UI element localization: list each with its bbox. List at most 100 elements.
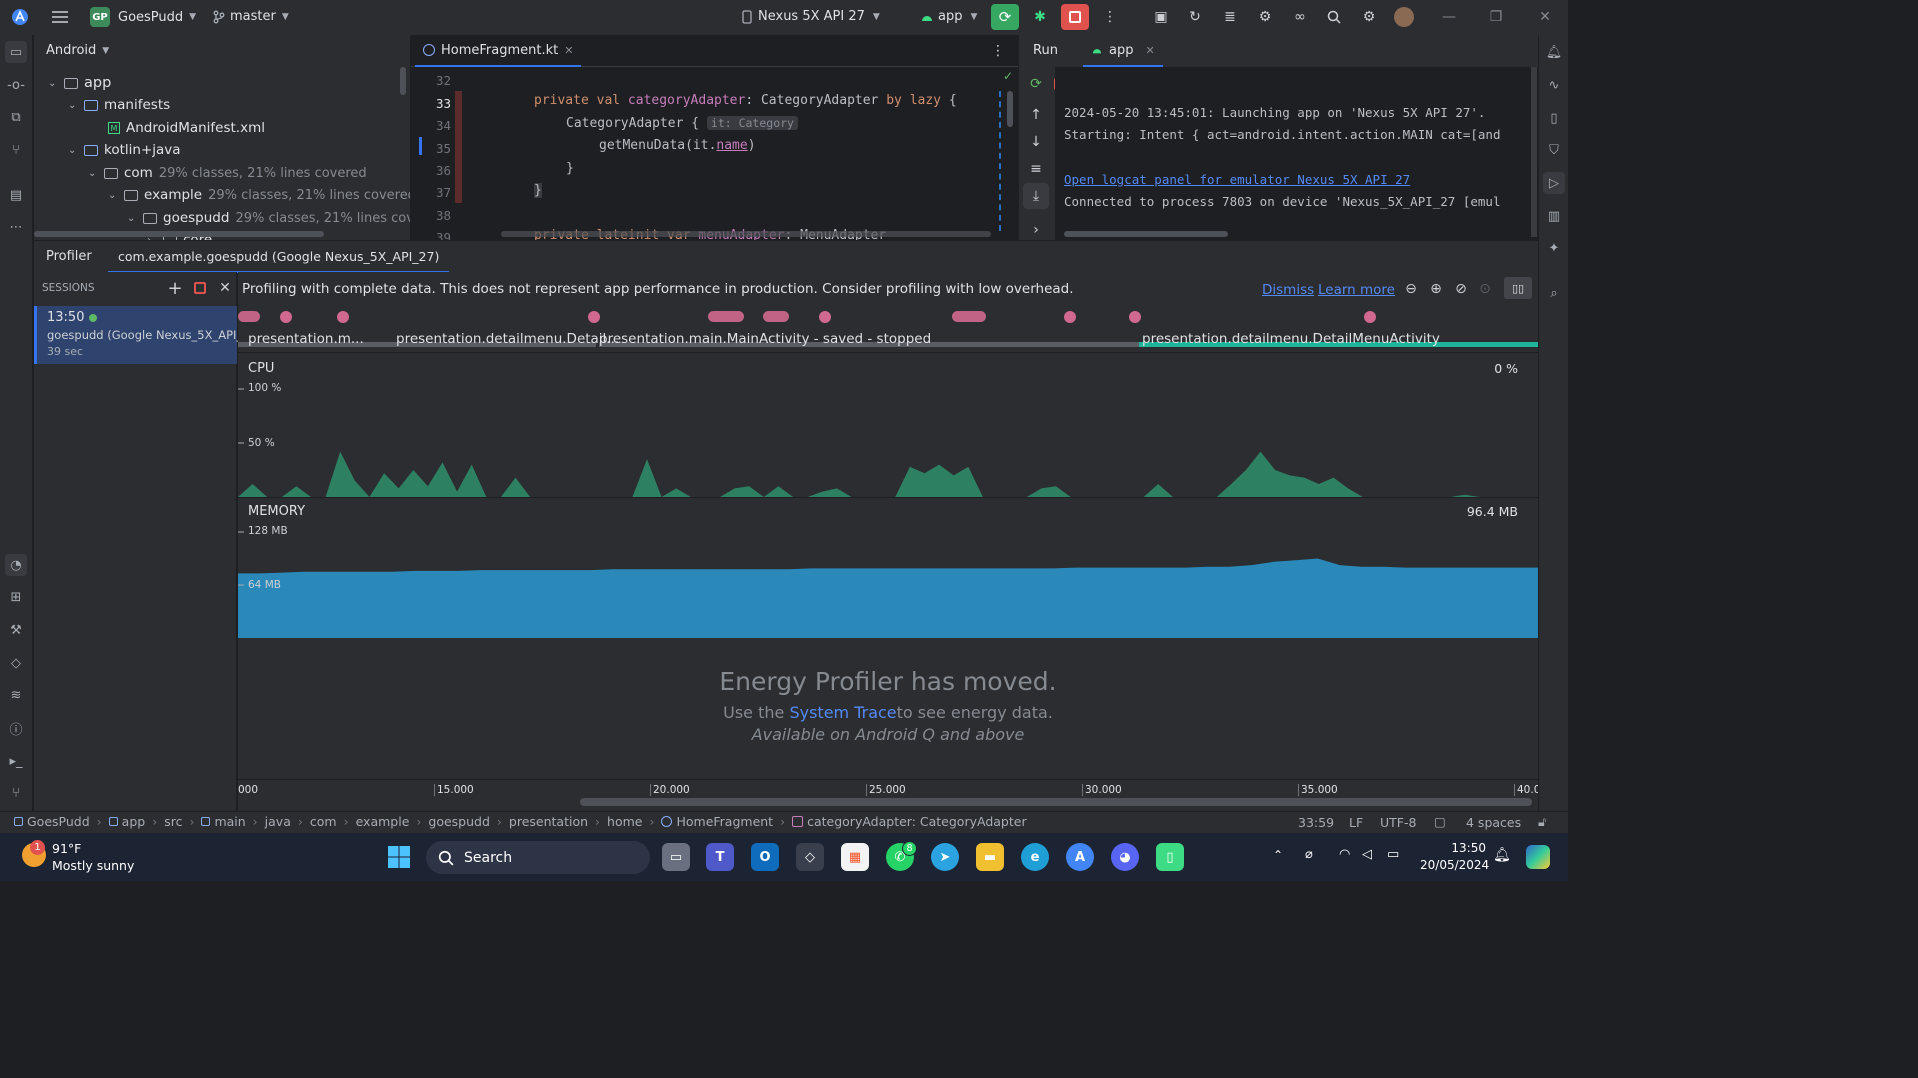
cpu-track[interactable]: CPU 0 % 100 % 50 % — [238, 352, 1538, 497]
stop-session-icon[interactable] — [194, 282, 206, 294]
console-vscrollbar[interactable] — [1531, 67, 1537, 237]
app-inspection-icon[interactable]: ⊞ — [5, 586, 27, 608]
stop-button[interactable] — [1061, 4, 1089, 30]
weather-desc[interactable]: Mostly sunny — [52, 858, 134, 873]
session-item[interactable]: 13:50 goespudd (Google Nexus_5X_API_... … — [34, 306, 253, 364]
indent-setting[interactable]: 4 spaces — [1466, 815, 1521, 830]
rerun-button[interactable]: ⟳ — [991, 4, 1019, 30]
notifications-icon[interactable]: 🔔︎ — [1543, 41, 1565, 63]
chevron-right-icon[interactable]: › — [1023, 217, 1049, 240]
breadcrumb-item[interactable]: home — [607, 814, 642, 829]
file-encoding[interactable]: UTF-8 — [1380, 815, 1416, 830]
breadcrumb-item[interactable]: goespudd — [428, 814, 490, 829]
emulator-icon[interactable]: ▥ — [1543, 205, 1565, 227]
device-file-icon[interactable]: ▯ — [1543, 107, 1565, 129]
settings-icon[interactable]: ⚙ — [1356, 4, 1382, 30]
tray-chevron-up-icon[interactable]: ⌃ — [1273, 848, 1283, 862]
wifi-icon[interactable]: ◠ — [1339, 847, 1350, 862]
memory-track[interactable]: MEMORY 96.4 MB 128 MB 64 MB — [238, 497, 1538, 639]
tree-item-app[interactable]: ⌄ app — [48, 72, 111, 94]
event-dot[interactable] — [280, 311, 292, 323]
more-tools-icon[interactable]: ⋯ — [5, 216, 27, 238]
sync-icon[interactable]: ≣ — [1217, 4, 1243, 30]
lock-icon[interactable]: 🔓︎ — [1538, 814, 1546, 830]
tree-item-example[interactable]: ⌄ example 29% classes, 21% lines covered — [108, 184, 410, 206]
gemini-icon[interactable]: ✦ — [1543, 237, 1565, 259]
rerun-icon[interactable]: ⟳ — [1023, 71, 1049, 97]
clock-time[interactable]: 13:50 — [1420, 841, 1486, 855]
breadcrumb-item[interactable]: com — [310, 814, 337, 829]
build-tool-icon[interactable]: ⚒ — [5, 619, 27, 641]
sdk-manager-icon[interactable]: ⚙ — [1252, 4, 1278, 30]
tree-item-goespudd[interactable]: ⌄ goespudd 29% classes, 21% lines covere… — [127, 207, 410, 229]
run-config-selector[interactable]: app ▼ — [920, 9, 977, 24]
file-explorer-icon[interactable]: ▬ — [976, 843, 1004, 871]
line-separator[interactable]: LF — [1349, 815, 1363, 830]
breadcrumb-item[interactable]: src — [164, 814, 182, 829]
readonly-icon[interactable]: ▢ — [1434, 814, 1446, 829]
volume-icon[interactable]: ◁ — [1362, 847, 1372, 862]
more-actions-icon[interactable]: ⋮ — [1097, 4, 1123, 30]
console-hscrollbar[interactable] — [1064, 231, 1228, 237]
tab-homefragment[interactable]: HomeFragment.kt ✕ — [415, 35, 582, 67]
horizontal-scrollbar[interactable] — [34, 231, 324, 237]
event-dot[interactable] — [337, 311, 349, 323]
attach-icon[interactable]: ⊙ — [1472, 276, 1498, 302]
vertical-scrollbar[interactable] — [400, 67, 406, 95]
teams-icon[interactable]: T — [706, 843, 734, 871]
tree-item-manifests[interactable]: ⌄ manifests — [68, 94, 170, 116]
gradle-icon[interactable]: ∞ — [1287, 4, 1313, 30]
event-dot[interactable] — [1129, 311, 1141, 323]
outlook-icon[interactable]: O — [751, 843, 779, 871]
app-icon[interactable]: ◇ — [796, 843, 824, 871]
tree-item-kotlin-java[interactable]: ⌄ kotlin+java — [68, 139, 181, 161]
editor-scrollbar[interactable] — [1007, 91, 1013, 127]
problems-icon[interactable]: ⓘ — [5, 717, 27, 739]
scroll-down-icon[interactable]: ↓ — [1023, 129, 1049, 155]
breadcrumb-item[interactable]: GoesPudd — [14, 814, 90, 829]
pull-requests-icon[interactable]: ⑂ — [5, 139, 27, 161]
run-tab-app[interactable]: app ✕ — [1083, 35, 1163, 67]
breadcrumb-item[interactable]: java — [265, 814, 291, 829]
profiler-tool-icon[interactable]: ◔ — [5, 554, 27, 576]
code-editor[interactable]: HomeFragment.kt ✕ ⋮ 32 33 34 35 36 37 38… — [411, 35, 1018, 240]
breadcrumb-item[interactable]: example — [356, 814, 410, 829]
dismiss-link[interactable]: Dismiss — [1262, 282, 1314, 298]
logcat-link[interactable]: Open logcat panel for emulator Nexus 5X … — [1064, 172, 1410, 187]
breadcrumb-item[interactable]: HomeFragment — [661, 814, 773, 829]
device-selector[interactable]: Nexus 5X API 27 ▼ — [740, 9, 880, 24]
main-menu-icon[interactable] — [47, 4, 73, 30]
project-selector[interactable]: GP GoesPudd ▼ — [90, 7, 196, 27]
editor-hscrollbar[interactable] — [501, 231, 991, 237]
android-studio-icon[interactable]: A — [1066, 843, 1094, 871]
breadcrumb-item[interactable]: categoryAdapter: CategoryAdapter — [792, 814, 1027, 829]
reset-zoom-icon[interactable]: ⊘ — [1448, 276, 1474, 302]
zoom-in-icon[interactable]: ⊕ — [1423, 276, 1449, 302]
resource-manager-icon[interactable]: ⧉ — [5, 106, 27, 128]
debug-button[interactable]: ✱ — [1027, 4, 1053, 30]
gradle-tool-icon[interactable]: ∿ — [1543, 74, 1565, 96]
branch-selector[interactable]: master ▼ — [212, 9, 289, 24]
caret-position[interactable]: 33:59 — [1298, 815, 1334, 830]
event-dot[interactable] — [588, 311, 600, 323]
shield-icon[interactable]: ⛉ — [1543, 139, 1565, 161]
notification-bell-icon[interactable]: 🔔︎ — [1493, 847, 1511, 863]
terminal-icon[interactable]: ▸_ — [5, 750, 27, 772]
scroll-up-icon[interactable]: ↑ — [1023, 102, 1049, 128]
emulator-app-icon[interactable]: ▯ — [1156, 843, 1184, 871]
discord-icon[interactable]: ◕ — [1111, 843, 1139, 871]
pause-live-button[interactable]: ▯▯ — [1504, 277, 1532, 299]
edge-icon[interactable]: e — [1021, 843, 1049, 871]
zoom-out-icon[interactable]: ⊖ — [1398, 276, 1424, 302]
maximize-icon[interactable]: ❐ — [1483, 4, 1509, 30]
tray-network-off-icon[interactable]: ⌀ — [1305, 847, 1313, 862]
apply-changes-icon[interactable]: ↻ — [1182, 4, 1208, 30]
device-manager-icon[interactable]: ▣ — [1148, 4, 1174, 30]
store-icon[interactable]: ▦ — [841, 843, 869, 871]
interaction-event[interactable] — [708, 311, 744, 322]
running-devices-icon[interactable]: ▷ — [1543, 172, 1565, 194]
system-trace-link[interactable]: System Trace — [789, 703, 896, 722]
breadcrumb-item[interactable]: presentation — [509, 814, 588, 829]
tab-profiler-process[interactable]: com.example.goespudd (Google Nexus_5X_AP… — [108, 241, 450, 273]
search-icon[interactable] — [1321, 4, 1347, 30]
